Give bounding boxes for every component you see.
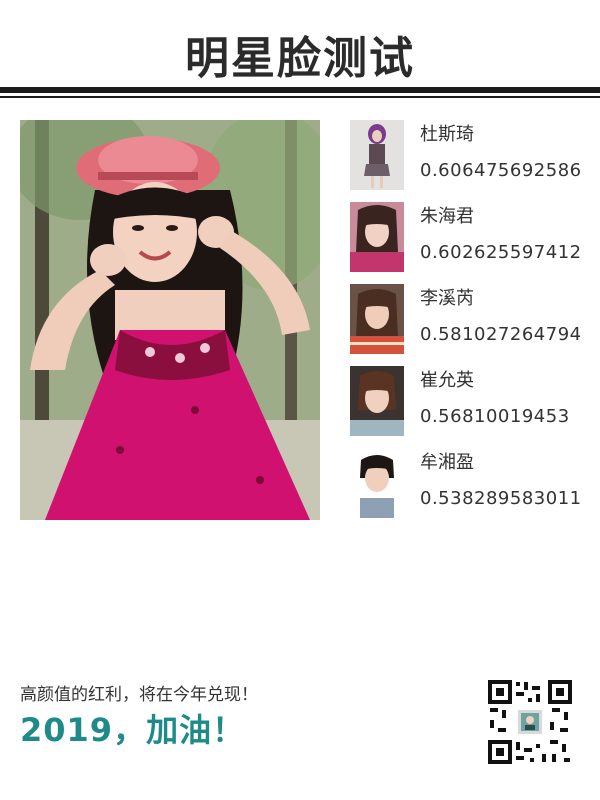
match-name: 崔允英	[420, 370, 474, 391]
footer-caption: 高颜值的红利，将在今年兑现！	[20, 685, 258, 705]
match-score: 0.602625597412	[420, 242, 582, 263]
header-rule-thin	[0, 96, 600, 98]
match-item: 杜斯琦 0.606475692586	[350, 120, 590, 192]
match-name: 杜斯琦	[420, 124, 474, 145]
match-item: 李溪芮 0.581027264794	[350, 284, 590, 356]
match-score: 0.538289583011	[420, 488, 582, 509]
match-item: 朱海君 0.602625597412	[350, 202, 590, 274]
match-thumbnail	[350, 366, 404, 436]
match-item: 崔允英 0.56810019453	[350, 366, 590, 438]
match-item: 牟湘盈 0.538289583011	[350, 448, 590, 520]
uploaded-face-photo	[20, 120, 320, 520]
match-thumbnail	[350, 284, 404, 354]
match-score: 0.56810019453	[420, 406, 570, 427]
match-name: 牟湘盈	[420, 452, 474, 473]
match-name: 朱海君	[420, 206, 474, 227]
match-score: 0.606475692586	[420, 160, 582, 181]
footer-slogan: 2019，加油！	[20, 711, 246, 749]
qr-code-icon	[486, 678, 574, 766]
match-thumbnail	[350, 202, 404, 272]
match-thumbnail	[350, 448, 404, 518]
match-thumbnail	[350, 120, 404, 190]
match-score: 0.581027264794	[420, 324, 582, 345]
header-rule-thick	[0, 87, 600, 93]
match-name: 李溪芮	[420, 288, 474, 309]
page-title: 明星脸测试	[185, 33, 415, 84]
